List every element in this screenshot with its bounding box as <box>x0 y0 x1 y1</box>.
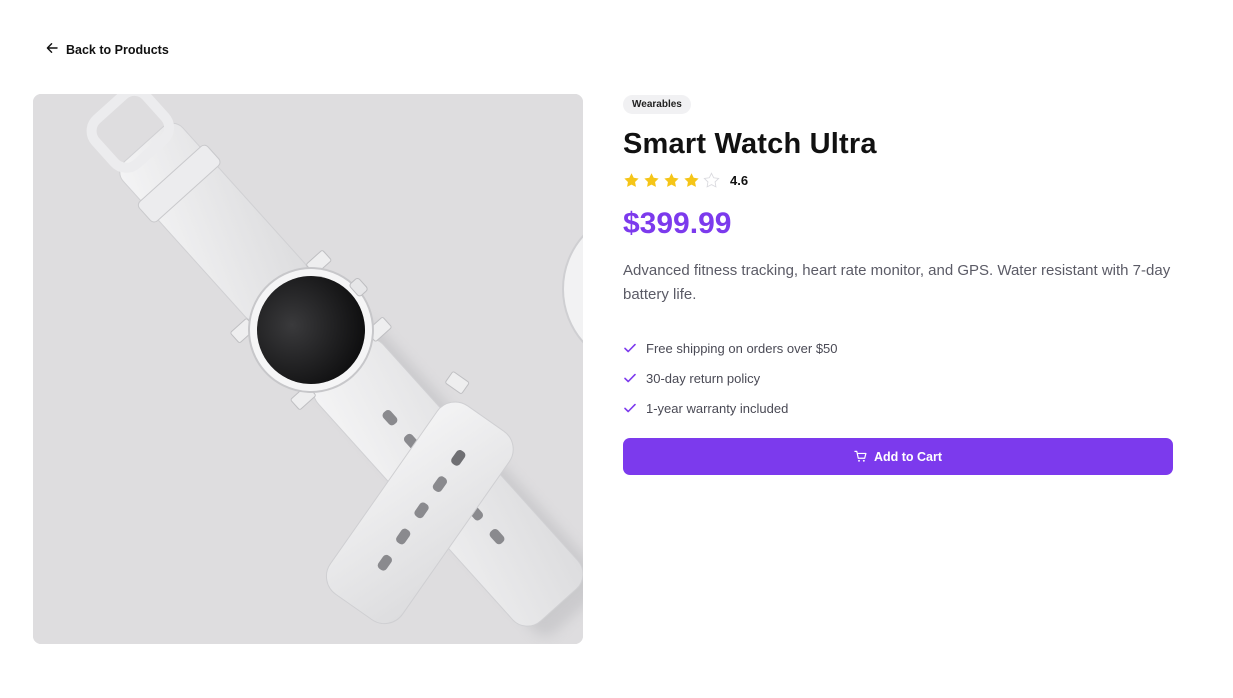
star-filled-icon <box>624 172 639 187</box>
star-empty-icon <box>703 171 720 188</box>
feature-list: Free shipping on orders over $50 30-day … <box>623 333 1173 423</box>
star-filled-icon <box>684 172 699 187</box>
product-title: Smart Watch Ultra <box>623 128 877 160</box>
rating-value: 4.6 <box>730 172 749 188</box>
product-description: Advanced fitness tracking, heart rate mo… <box>623 262 1171 303</box>
check-icon <box>624 403 636 413</box>
feature-item: Free shipping on orders over $50 <box>623 333 1173 363</box>
product-detail-page: Back to Products Wearables Smart Watch U… <box>0 0 1233 698</box>
product-price: $399.99 <box>623 207 732 240</box>
product-image <box>33 94 583 644</box>
feature-item: 30-day return policy <box>623 363 1173 393</box>
star-filled-icon <box>664 172 679 187</box>
cart-icon <box>854 450 867 462</box>
feature-item: 1-year warranty included <box>623 393 1173 423</box>
feature-label: Free shipping on orders over $50 <box>646 340 838 356</box>
feature-label: 30-day return policy <box>646 370 761 386</box>
product-details: Wearables Smart Watch Ultra 4.6 $399.99 … <box>623 94 1173 475</box>
feature-label: 1-year warranty included <box>646 400 789 416</box>
back-link-label: Back to Products <box>66 42 169 57</box>
check-icon <box>624 373 636 383</box>
category-badge[interactable]: Wearables <box>623 95 691 114</box>
back-to-products-link[interactable]: Back to Products <box>46 42 169 57</box>
rating: 4.6 <box>623 171 1173 189</box>
smart-watch-illustration <box>33 94 583 644</box>
add-to-cart-button[interactable]: Add to Cart <box>623 438 1173 475</box>
arrow-left-icon <box>46 42 58 57</box>
check-icon <box>624 343 636 353</box>
star-filled-icon <box>644 172 659 187</box>
add-to-cart-label: Add to Cart <box>873 449 943 464</box>
